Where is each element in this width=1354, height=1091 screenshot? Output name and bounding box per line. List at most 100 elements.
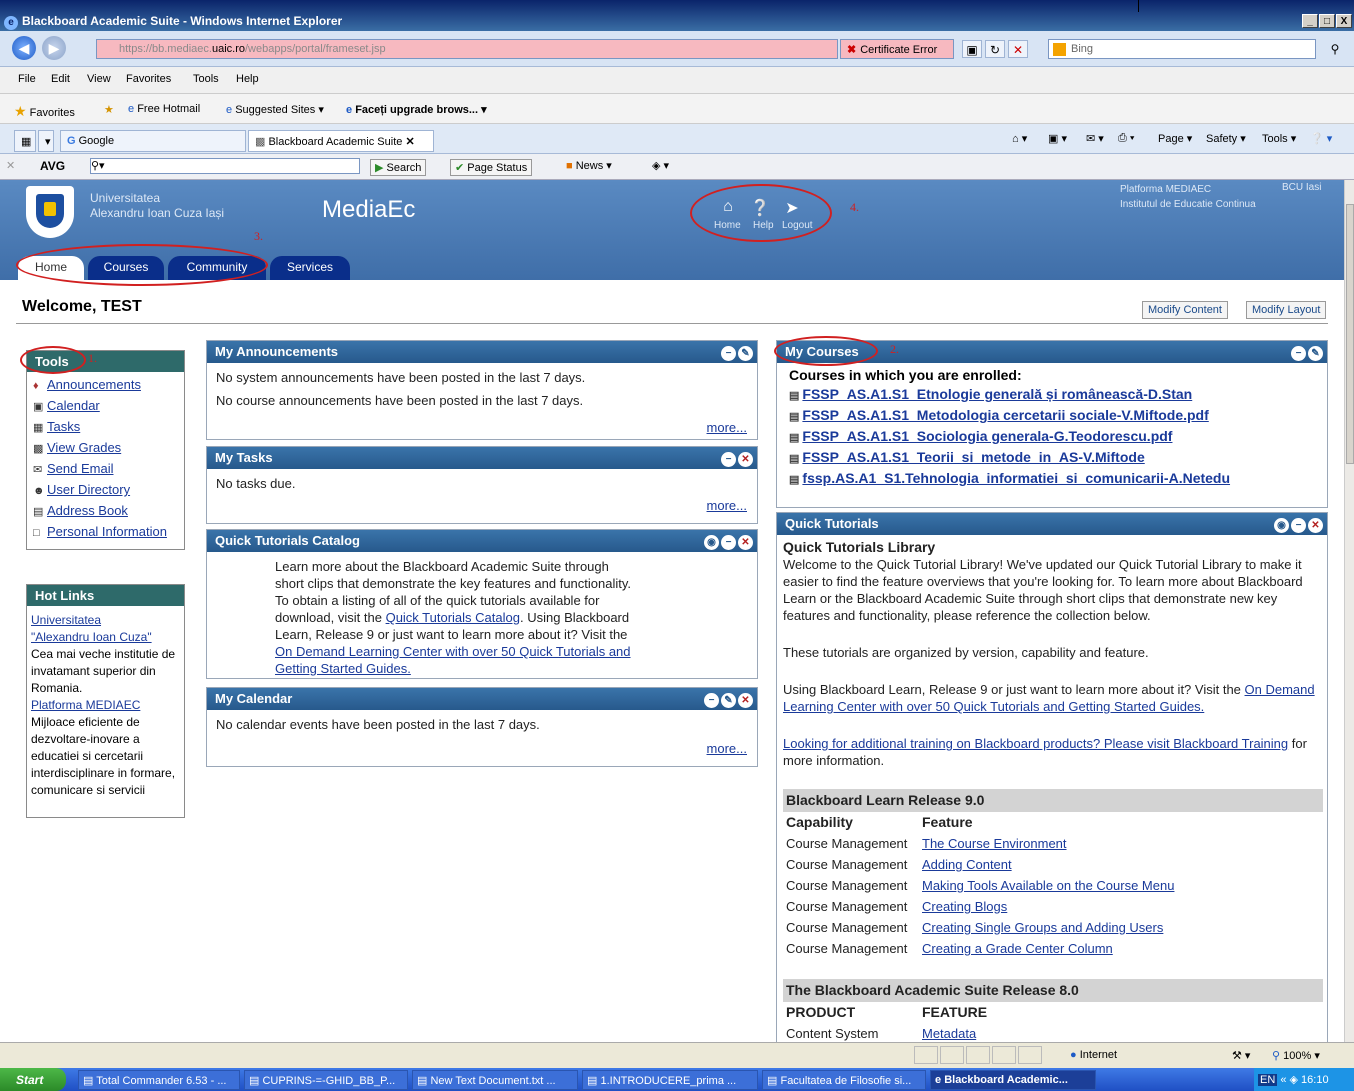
close-icon[interactable]: ✕ (738, 693, 753, 708)
menu-help[interactable]: Help (236, 73, 259, 85)
forward-button[interactable]: ▶ (42, 36, 66, 60)
page-scrollbar[interactable] (1344, 180, 1354, 1042)
fav-upgrade-browser[interactable]: e Faceți upgrade brows... ▾ (346, 103, 487, 116)
favorites-button[interactable]: ★ Favorites (14, 103, 75, 120)
stop-icon[interactable]: ✕ (1008, 40, 1028, 58)
security-zone[interactable]: ● Internet (1070, 1049, 1117, 1061)
more-link[interactable]: more... (707, 420, 747, 435)
course-link[interactable]: FSSP_AS.A1.S1_Teorii_si_metode_in_AS-V.M… (802, 449, 1144, 465)
close-icon[interactable]: ✕ (738, 535, 753, 550)
zoom-level[interactable]: ⚲ 100% ▾ (1272, 1049, 1320, 1062)
close-toolbar-icon[interactable]: ✕ (6, 159, 15, 172)
taskbar-item[interactable]: ▤ New Text Document.txt ... (412, 1070, 578, 1090)
taskbar-item[interactable]: ▤ Facultatea de Filosofie si... (762, 1070, 926, 1090)
more-link[interactable]: more... (707, 741, 747, 756)
add-favorite-icon[interactable]: ★ (104, 103, 114, 116)
safety-menu[interactable]: Safety ▾ (1206, 132, 1246, 145)
page-status-button[interactable]: ✔ Page Status (450, 159, 533, 176)
quick-tutorials-catalog-link[interactable]: Quick Tutorials Catalog (386, 610, 520, 625)
minimize-button[interactable]: _ (1302, 14, 1318, 28)
collapse-icon[interactable]: − (704, 693, 719, 708)
announcements-link[interactable]: ♦ Announcements (33, 377, 178, 398)
university-link[interactable]: Universitatea (31, 613, 101, 627)
taskbar-item[interactable]: ▤ 1.INTRODUCERE_prima ... (582, 1070, 758, 1090)
avg-logo[interactable]: AVG (40, 159, 65, 173)
modify-layout-button[interactable]: Modify Layout (1246, 301, 1327, 319)
address-book-link[interactable]: ▤ Address Book (33, 503, 178, 524)
tab-google[interactable]: G Google (60, 130, 246, 152)
tab-list-dropdown[interactable]: ▾ (38, 130, 54, 152)
close-icon[interactable]: ✕ (1308, 518, 1323, 533)
language-indicator[interactable]: EN (1258, 1074, 1278, 1086)
mail-icon[interactable]: ✉ ▾ (1086, 132, 1104, 145)
certificate-error-button[interactable]: ✖ Certificate Error (840, 39, 954, 59)
menu-favorites[interactable]: Favorites (126, 73, 171, 85)
university-link-2[interactable]: "Alexandru Ioan Cuza" (31, 630, 152, 644)
course-link[interactable]: FSSP_AS.A1.S1_Etnologie generală și româ… (802, 386, 1192, 402)
scrollbar-thumb[interactable] (1346, 204, 1354, 464)
menu-file[interactable]: File (18, 73, 36, 85)
feature-link[interactable]: Creating a Grade Center Column (922, 941, 1113, 956)
taskbar-item[interactable]: ▤ CUPRINS-=-GHID_BB_P... (244, 1070, 408, 1090)
news-button[interactable]: ■ News ▾ (566, 159, 612, 172)
menu-tools[interactable]: Tools (193, 73, 219, 85)
feature-link[interactable]: Creating Single Groups and Adding Users (922, 920, 1163, 935)
menu-edit[interactable]: Edit (51, 73, 70, 85)
edit-icon[interactable]: ✎ (738, 346, 753, 361)
edit-icon[interactable]: ✎ (721, 693, 736, 708)
tab-services[interactable]: Services (270, 256, 350, 280)
avg-search-input[interactable]: ⚲▾ (90, 158, 360, 174)
feature-link[interactable]: Adding Content (922, 857, 1012, 872)
tools-menu[interactable]: Tools ▾ (1262, 132, 1296, 145)
personal-information-link[interactable]: □ Personal Information (33, 524, 178, 545)
feature-link[interactable]: Creating Blogs (922, 899, 1007, 914)
maximize-button[interactable]: □ (1319, 14, 1335, 28)
avg-extra-icon[interactable]: ◈ ▾ (652, 159, 669, 172)
quick-tabs-icon[interactable]: ▦ (14, 130, 36, 152)
address-input[interactable]: https://bb.mediaec.uaic.ro/webapps/porta… (96, 39, 838, 59)
feeds-icon[interactable]: ▣ ▾ (1048, 132, 1067, 145)
blackboard-training-link[interactable]: Looking for additional training on Black… (783, 736, 1288, 751)
on-demand-learning-link[interactable]: On Demand Learning Center with over 50 Q… (275, 644, 631, 676)
collapse-icon[interactable]: − (1291, 518, 1306, 533)
compatibility-icon[interactable]: ▣ (962, 40, 982, 58)
collapse-icon[interactable]: − (721, 452, 736, 467)
page-menu[interactable]: Page ▾ (1158, 132, 1192, 145)
tab-blackboard[interactable]: ▩ Blackboard Academic Suite ✕ (248, 130, 434, 152)
user-directory-link[interactable]: ☻ User Directory (33, 482, 178, 503)
platforma-link[interactable]: Platforma MEDIAEC (31, 698, 140, 712)
settings-icon[interactable]: ◉ (1274, 518, 1289, 533)
close-icon[interactable]: ✕ (738, 452, 753, 467)
more-link[interactable]: more... (707, 498, 747, 513)
search-icon[interactable]: ⚲ (1320, 39, 1350, 59)
back-button[interactable]: ◀ (12, 36, 36, 60)
fav-suggested-sites[interactable]: e Suggested Sites ▾ (226, 103, 324, 116)
close-tab-icon[interactable]: ✕ (405, 136, 414, 148)
taskbar-item[interactable]: ▤ Total Commander 6.53 - ... (78, 1070, 240, 1090)
search-input[interactable]: Bing (1048, 39, 1316, 59)
calendar-link[interactable]: ▣ Calendar (33, 398, 178, 419)
taskbar-item-active[interactable]: e Blackboard Academic... (930, 1070, 1096, 1090)
send-email-link[interactable]: ✉ Send Email (33, 461, 178, 482)
home-icon[interactable]: ⌂ ▾ (1012, 132, 1027, 145)
edit-icon[interactable]: ✎ (1308, 346, 1323, 361)
course-link[interactable]: fssp.AS.A1_S1.Tehnologia_informatiei_si_… (802, 470, 1230, 486)
modify-content-button[interactable]: Modify Content (1142, 301, 1228, 319)
network-icon[interactable]: ◈ (1290, 1074, 1298, 1086)
view-grades-link[interactable]: ▩ View Grades (33, 440, 178, 461)
protected-mode-icon[interactable]: ⚒ ▾ (1232, 1049, 1250, 1062)
feature-link[interactable]: The Course Environment (922, 836, 1067, 851)
collapse-icon[interactable]: − (721, 346, 736, 361)
feature-link[interactable]: Metadata (922, 1026, 976, 1041)
feature-link[interactable]: Making Tools Available on the Course Men… (922, 878, 1174, 893)
refresh-icon[interactable]: ↻ (985, 40, 1005, 58)
start-button[interactable]: Start (0, 1068, 66, 1091)
tasks-link[interactable]: ▦ Tasks (33, 419, 178, 440)
help-icon[interactable]: ❔ ▾ (1310, 132, 1332, 145)
print-icon[interactable]: ⎙ ▾ (1118, 132, 1134, 145)
avg-search-button[interactable]: ▶ Search (370, 159, 427, 176)
menu-view[interactable]: View (87, 73, 111, 85)
fav-free-hotmail[interactable]: e Free Hotmail (128, 103, 200, 115)
course-link[interactable]: FSSP_AS.A1.S1_Sociologia generala-G.Teod… (802, 428, 1172, 444)
close-window-button[interactable]: X (1336, 14, 1352, 28)
